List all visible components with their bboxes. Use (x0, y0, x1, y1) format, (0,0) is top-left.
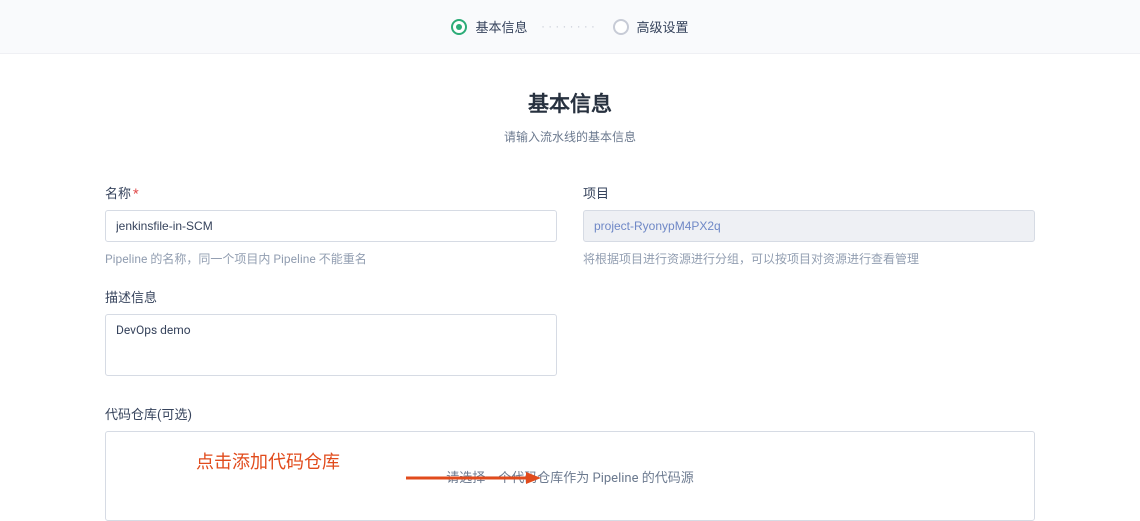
description-label: 描述信息 (105, 287, 557, 306)
project-help: 将根据项目进行资源进行分组，可以按项目对资源进行查看管理 (583, 250, 1035, 267)
name-input[interactable] (105, 210, 557, 242)
required-icon: * (133, 187, 139, 202)
annotation-arrow-icon (406, 470, 541, 486)
description-input[interactable] (105, 314, 557, 376)
page-title: 基本信息 (0, 88, 1140, 118)
step-label-inactive: 高级设置 (637, 17, 689, 36)
name-label: 名称* (105, 183, 557, 202)
step-advanced[interactable]: 高级设置 (613, 17, 689, 36)
page-subtitle: 请输入流水线的基本信息 (0, 128, 1140, 145)
steps-bar: 基本信息 ········ 高级设置 (0, 0, 1140, 54)
step-circle-inactive-icon (613, 19, 629, 35)
step-circle-active-icon (451, 19, 467, 35)
step-separator-icon: ········ (541, 20, 598, 34)
form: 名称* Pipeline 的名称，同一个项目内 Pipeline 不能重名 项目… (105, 183, 1035, 521)
repo-selector[interactable]: 点击添加代码仓库 请选择一个代码仓库作为 Pipeline 的代码源 (105, 431, 1035, 521)
step-basic-info[interactable]: 基本信息 (451, 17, 527, 36)
project-input (583, 210, 1035, 242)
step-label-active: 基本信息 (475, 17, 527, 36)
project-label: 项目 (583, 183, 1035, 202)
annotation-text: 点击添加代码仓库 (196, 448, 340, 474)
main-content: 基本信息 请输入流水线的基本信息 名称* Pipeline 的名称，同一个项目内… (0, 54, 1140, 521)
repo-label: 代码仓库(可选) (105, 404, 1035, 423)
name-help: Pipeline 的名称，同一个项目内 Pipeline 不能重名 (105, 250, 557, 267)
